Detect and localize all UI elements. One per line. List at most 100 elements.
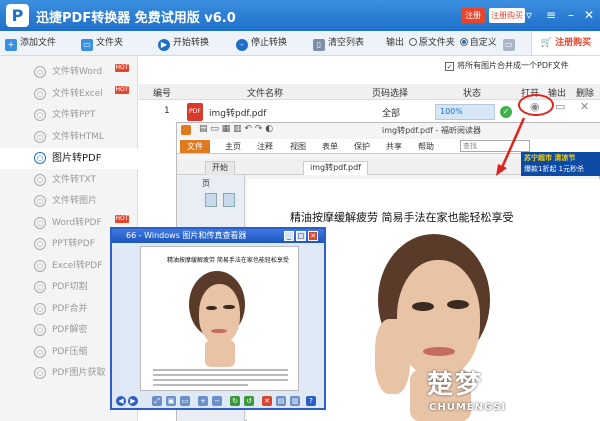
cart-icon: 🛒: [540, 38, 553, 48]
prev-icon[interactable]: ◀: [116, 396, 126, 406]
sidebar-item-label: 文件转HTML: [52, 131, 105, 142]
clear-list-button[interactable]: ▯ 清空列表: [313, 36, 364, 51]
ad-line-1: 苏宁超市 清凉节: [524, 154, 576, 162]
menu-share[interactable]: 共享: [386, 141, 402, 152]
viewer-file-tab[interactable]: 文件: [180, 140, 210, 153]
close-icon[interactable]: ✕: [581, 6, 597, 24]
add-folder-button[interactable]: ▭ 文件夹: [81, 36, 123, 51]
actual-size-icon[interactable]: ▣: [166, 396, 176, 406]
sidebar-item-icon: ○: [34, 345, 46, 358]
play-icon: ▶: [158, 39, 170, 51]
rotate-cw-icon[interactable]: ↻: [230, 396, 240, 406]
hot-badge: HOT: [115, 64, 129, 72]
save-icon[interactable]: ▥: [290, 396, 300, 406]
minimize-icon[interactable]: –: [563, 6, 579, 24]
merge-option[interactable]: ✓ 将所有图片合并成一个PDF文件: [445, 60, 569, 71]
stop-convert-button[interactable]: – 停止转换: [236, 36, 287, 51]
sidebar-item-icon: ○: [34, 324, 46, 336]
toolbar: + 添加文件 ▭ 文件夹 ▶ 开始转换 – 停止转换 ▯ 清空列表 输出 原文件夹 自定义…: [0, 31, 600, 56]
tab-document[interactable]: img转pdf.pdf: [303, 161, 368, 175]
row-progress-text: 100%: [440, 107, 463, 116]
watermark-big: 楚梦: [427, 370, 484, 400]
sidebar-item-label: 文件转Word: [52, 67, 103, 77]
menu-view[interactable]: 视图: [290, 141, 306, 152]
ad-banner[interactable]: 苏宁超市 清凉节 爆款1折起 1元秒杀: [521, 152, 600, 176]
open-eye-icon[interactable]: ◉: [530, 100, 540, 113]
sidebar-item-label: Word转PDF: [52, 217, 102, 228]
quick-access-icons[interactable]: ▤ ▭ ▦ ▥ ↶ ↷ ◐: [199, 124, 273, 134]
sidebar-item[interactable]: ○ 文件转TXT: [0, 170, 138, 191]
tab-start[interactable]: 开始: [205, 161, 235, 175]
sidebar-item-label: PDF解密: [52, 325, 88, 335]
sidebar-item-label: PDF图片获取: [52, 368, 106, 378]
sidebar-item-icon: ○: [34, 87, 46, 100]
add-file-icon: +: [5, 39, 17, 51]
title-bar: P 迅捷PDF转换器 免费试用版 v6.0 注册 注册购买 ▿ ≡ – ✕: [0, 0, 600, 31]
print-icon[interactable]: ▤: [276, 396, 286, 406]
sidebar-item-label: PPT转PDF: [52, 239, 95, 249]
rotate-ccw-icon[interactable]: ↺: [244, 396, 254, 406]
stop-icon: –: [236, 39, 248, 51]
clear-list-label: 清空列表: [328, 38, 365, 48]
merge-checkbox[interactable]: ✓: [445, 62, 454, 71]
watermark-logo: 楚梦 CHUMENGSI: [427, 364, 600, 421]
register-button[interactable]: 注册: [461, 8, 485, 23]
menu-home[interactable]: 主页: [225, 141, 241, 152]
menu-protect[interactable]: 保护: [354, 141, 370, 152]
help-icon[interactable]: ?: [306, 396, 316, 406]
output-folder-icon[interactable]: ▭: [555, 100, 565, 113]
zoom-in-icon[interactable]: +: [198, 396, 208, 406]
maximize-icon[interactable]: □: [296, 231, 306, 241]
bookmark-icon[interactable]: [223, 193, 235, 207]
minimize-icon[interactable]: _: [284, 231, 294, 241]
viewer-titlebar: ▤ ▭ ▦ ▥ ↶ ↷ ◐ img转pdf.pdf - 福昕阅读器: [177, 123, 600, 139]
slideshow-icon[interactable]: ▭: [180, 396, 190, 406]
image-viewer-window: 66 - Windows 图片和传真查看器 _ □ ✕ 精油按摩缓解疲劳 简易手…: [110, 227, 326, 410]
col-index: 编号: [153, 89, 172, 99]
sidebar-item[interactable]: ○ 文件转HTML: [0, 127, 138, 148]
next-icon[interactable]: ▶: [128, 396, 138, 406]
folder-icon: ▭: [81, 39, 93, 51]
viewer-search-input[interactable]: 查找: [460, 140, 530, 152]
row-pages[interactable]: 全部: [382, 106, 400, 119]
sidebar-item-icon: ○: [34, 216, 46, 229]
sidebar-item-icon: ○: [34, 66, 46, 78]
body-text-lines: [153, 369, 288, 389]
col-output: 输出: [548, 89, 567, 99]
viewer-title: img转pdf.pdf - 福昕阅读器: [382, 126, 481, 135]
buy-button[interactable]: 注册购买: [489, 8, 525, 23]
zoom-out-icon[interactable]: −: [212, 396, 222, 406]
menu-help[interactable]: 帮助: [418, 141, 434, 152]
row-index: 1: [164, 106, 170, 116]
menu-icon[interactable]: ≡: [543, 6, 559, 24]
sidebar-item-icon: ○: [34, 367, 46, 379]
sidebar-item[interactable]: ○ 文件转PPT: [0, 105, 138, 126]
output-custom-label: 自定义: [469, 38, 497, 48]
sidebar-item[interactable]: ○ 文件转Word HOT: [0, 62, 138, 83]
menu-comment[interactable]: 注释: [257, 141, 273, 152]
start-convert-button[interactable]: ▶ 开始转换: [158, 36, 209, 51]
pages-panel-label: 页: [202, 179, 210, 188]
sidebar-item-label: PDF切割: [52, 282, 88, 292]
hot-badge: HOT: [115, 214, 129, 223]
shirt-icon[interactable]: ▿: [521, 6, 537, 24]
delete-row-icon[interactable]: ✕: [580, 100, 589, 113]
col-pages: 页码选择: [372, 89, 409, 99]
sidebar-item[interactable]: ○ 文件转图片: [0, 191, 138, 212]
image-viewer-page: 精油按摩缓解疲劳 简易手法在家也能轻松享受: [140, 246, 299, 391]
browse-folder-icon[interactable]: ▭: [502, 39, 515, 51]
page-thumb-icon[interactable]: [205, 193, 217, 207]
toolbar-buy-button[interactable]: 🛒 注册购买: [531, 32, 600, 55]
radio-custom[interactable]: [459, 38, 468, 46]
add-file-button[interactable]: + 添加文件: [5, 36, 56, 51]
delete-icon[interactable]: ✕: [262, 396, 272, 406]
fit-icon[interactable]: ⤢: [152, 396, 162, 406]
menu-form[interactable]: 表单: [322, 141, 338, 152]
close-icon[interactable]: ✕: [308, 231, 318, 241]
sidebar-item[interactable]: ○ 图片转PDF: [0, 148, 138, 169]
small-face-photo: [181, 271, 261, 367]
radio-original-folder[interactable]: [408, 38, 417, 46]
output-original-label: 原文件夹: [418, 38, 455, 48]
sidebar-item[interactable]: ○ 文件转Excel HOT: [0, 84, 138, 105]
sidebar-item-icon: ○: [34, 130, 46, 143]
